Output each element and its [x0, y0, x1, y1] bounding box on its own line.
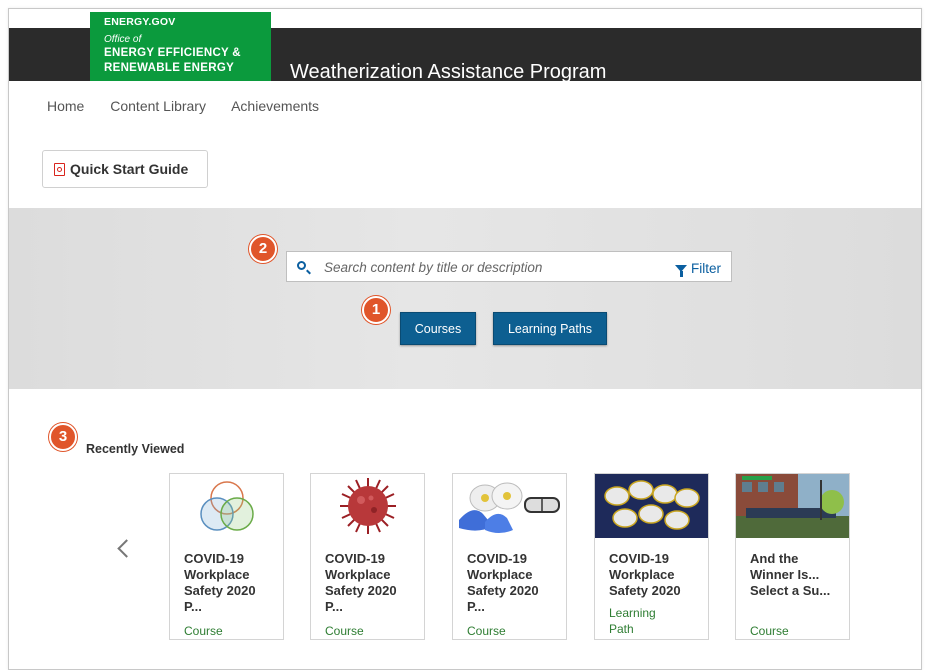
search-input[interactable] — [322, 252, 656, 283]
card-type: Learning Path — [609, 606, 656, 636]
main-nav: Home Content Library Achievements — [47, 98, 341, 114]
venn-diagram-thumbnail — [170, 474, 283, 538]
content-card[interactable]: COVID-19 Workplace Safety 2020 Learning … — [594, 473, 709, 640]
callout-badge-2: 2 — [249, 235, 277, 263]
learning-paths-button[interactable]: Learning Paths — [493, 312, 607, 345]
recently-viewed-heading: Recently Viewed — [86, 442, 185, 456]
respirator-masks-thumbnail — [595, 474, 708, 538]
card-title: COVID-19 Workplace Safety 2020 — [609, 551, 681, 598]
search-band: 2 Filter 1 Courses Learning Paths — [9, 208, 921, 389]
search-box: Filter — [286, 251, 732, 283]
card-type: Course — [184, 624, 223, 638]
card-type: Course — [325, 624, 364, 638]
nav-achievements[interactable]: Achievements — [231, 98, 319, 114]
energy-gov-logo[interactable]: ENERGY.GOV Office of ENERGY EFFICIENCY &… — [90, 12, 271, 81]
filter-button[interactable]: Filter — [675, 261, 721, 277]
site-title: Weatherization Assistance Program — [290, 61, 607, 83]
logo-eere-line1: ENERGY EFFICIENCY & — [104, 47, 241, 59]
chevron-left-icon[interactable] — [117, 539, 136, 558]
masks-gloves-goggles-thumbnail — [453, 474, 566, 538]
quick-start-guide-button[interactable]: Quick Start Guide — [42, 150, 208, 188]
card-title: COVID-19 Workplace Safety 2020 P... — [467, 551, 539, 614]
card-title: COVID-19 Workplace Safety 2020 P... — [184, 551, 256, 614]
card-type: Course — [750, 624, 789, 638]
search-icon[interactable] — [297, 261, 306, 270]
courses-button[interactable]: Courses — [400, 312, 476, 345]
callout-badge-1: 1 — [362, 296, 390, 324]
logo-eere-line2: RENEWABLE ENERGY — [104, 62, 235, 74]
nav-content-library[interactable]: Content Library — [110, 98, 206, 114]
quick-start-guide-label: Quick Start Guide — [70, 161, 189, 177]
logo-energy-gov: ENERGY.GOV — [104, 16, 176, 28]
app-frame: Weatherization Assistance Program ENERGY… — [8, 8, 922, 670]
pdf-icon — [54, 162, 65, 176]
street-photo-thumbnail — [736, 474, 849, 538]
callout-badge-3: 3 — [49, 423, 77, 451]
card-title: And the Winner Is... Select a Su... — [750, 551, 831, 598]
virus-thumbnail — [311, 474, 424, 538]
card-title: COVID-19 Workplace Safety 2020 P... — [325, 551, 397, 614]
nav-home[interactable]: Home — [47, 98, 84, 114]
logo-office-of: Office of — [104, 34, 142, 45]
filter-icon — [675, 265, 687, 277]
card-type: Course — [467, 624, 506, 638]
filter-label: Filter — [691, 261, 721, 276]
content-card[interactable]: COVID-19 Workplace Safety 2020 P... Cour… — [169, 473, 284, 640]
content-card[interactable]: COVID-19 Workplace Safety 2020 P... Cour… — [310, 473, 425, 640]
content-card[interactable]: COVID-19 Workplace Safety 2020 P... Cour… — [452, 473, 567, 640]
content-card[interactable]: And the Winner Is... Select a Su... Cour… — [735, 473, 850, 640]
